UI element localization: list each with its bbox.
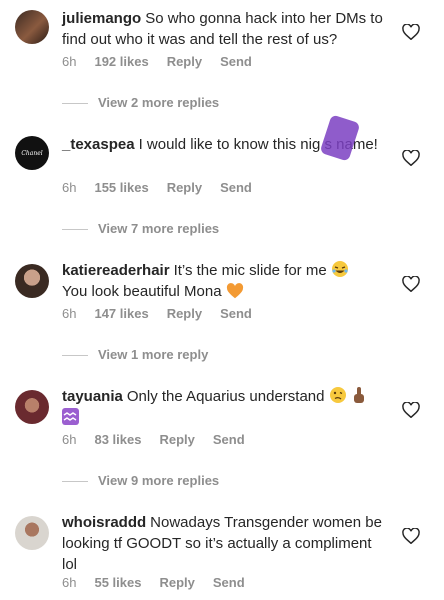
heart-icon[interactable] — [402, 528, 420, 544]
comment-text: tayuania Only the Aquarius understand — [62, 386, 384, 428]
send-button[interactable]: Send — [213, 575, 245, 590]
view-replies-button[interactable]: View 2 more replies — [62, 95, 219, 110]
view-replies-label: View 7 more replies — [98, 221, 220, 236]
comment-meta: 6h 155 likes Reply Send — [62, 180, 270, 195]
orange-heart-icon — [226, 283, 243, 299]
pointing-up-hand-icon — [353, 387, 364, 403]
likes-count[interactable]: 147 likes — [94, 306, 148, 321]
likes-count[interactable]: 83 likes — [94, 432, 141, 447]
view-replies-button[interactable]: View 7 more replies — [62, 221, 219, 236]
comment-body-line1: It’s the mic slide for me — [173, 262, 327, 279]
avatar[interactable] — [15, 516, 49, 550]
comment-username[interactable]: katiereaderhair — [62, 262, 170, 279]
likes-count[interactable]: 55 likes — [94, 575, 141, 590]
comment-username[interactable]: tayuania — [62, 388, 123, 405]
heart-icon[interactable] — [402, 276, 420, 292]
avatar[interactable] — [15, 390, 49, 424]
comment-username[interactable]: _texaspea — [62, 136, 135, 153]
comment-text: whoisraddd Nowadays Transgender women be … — [62, 512, 384, 575]
divider-line — [62, 229, 88, 231]
comment-body: Only the Aquarius understand — [126, 388, 325, 405]
comment-time: 6h — [62, 180, 77, 195]
comment-text: katiereaderhair It’s the mic slide for me… — [62, 260, 384, 302]
send-button[interactable]: Send — [220, 54, 252, 69]
comment-meta: 6h 83 likes Reply Send — [62, 432, 263, 447]
comment-time: 6h — [62, 306, 77, 321]
view-replies-button[interactable]: View 1 more reply — [62, 347, 208, 362]
reply-button[interactable]: Reply — [167, 180, 202, 195]
avatar[interactable] — [15, 10, 49, 44]
heart-icon[interactable] — [402, 24, 420, 40]
reply-button[interactable]: Reply — [167, 54, 202, 69]
comment-time: 6h — [62, 54, 77, 69]
view-replies-label: View 1 more reply — [98, 347, 209, 362]
comment-meta: 6h 147 likes Reply Send — [62, 306, 270, 321]
divider-line — [62, 103, 88, 105]
likes-count[interactable]: 155 likes — [94, 180, 148, 195]
reply-button[interactable]: Reply — [167, 306, 202, 321]
comment-time: 6h — [62, 575, 77, 590]
comment-meta: 6h 192 likes Reply Send — [62, 54, 270, 69]
avatar[interactable]: Chanel — [15, 136, 49, 170]
avatar-logo-text: Chanel — [21, 149, 43, 157]
divider-line — [62, 355, 88, 357]
laughing-emoji-icon — [331, 261, 348, 277]
send-button[interactable]: Send — [213, 432, 245, 447]
send-button[interactable]: Send — [220, 180, 252, 195]
divider-line — [62, 481, 88, 483]
view-replies-label: View 2 more replies — [98, 95, 220, 110]
woozy-face-emoji-icon — [329, 387, 346, 403]
avatar[interactable] — [15, 264, 49, 298]
view-replies-button[interactable]: View 9 more replies — [62, 473, 219, 488]
reply-button[interactable]: Reply — [159, 432, 194, 447]
comment-text: juliemango So who gonna hack into her DMs… — [62, 8, 384, 50]
comment-meta: 6h 55 likes Reply Send — [62, 575, 263, 590]
heart-icon[interactable] — [402, 150, 420, 166]
reply-button[interactable]: Reply — [159, 575, 194, 590]
likes-count[interactable]: 192 likes — [94, 54, 148, 69]
comment-username[interactable]: whoisraddd — [62, 514, 146, 531]
aquarius-icon — [62, 408, 79, 425]
view-replies-label: View 9 more replies — [98, 473, 220, 488]
comment-username[interactable]: juliemango — [62, 10, 141, 27]
comment-body-line2: You look beautiful Mona — [62, 283, 222, 300]
send-button[interactable]: Send — [220, 306, 252, 321]
comment-time: 6h — [62, 432, 77, 447]
heart-icon[interactable] — [402, 402, 420, 418]
